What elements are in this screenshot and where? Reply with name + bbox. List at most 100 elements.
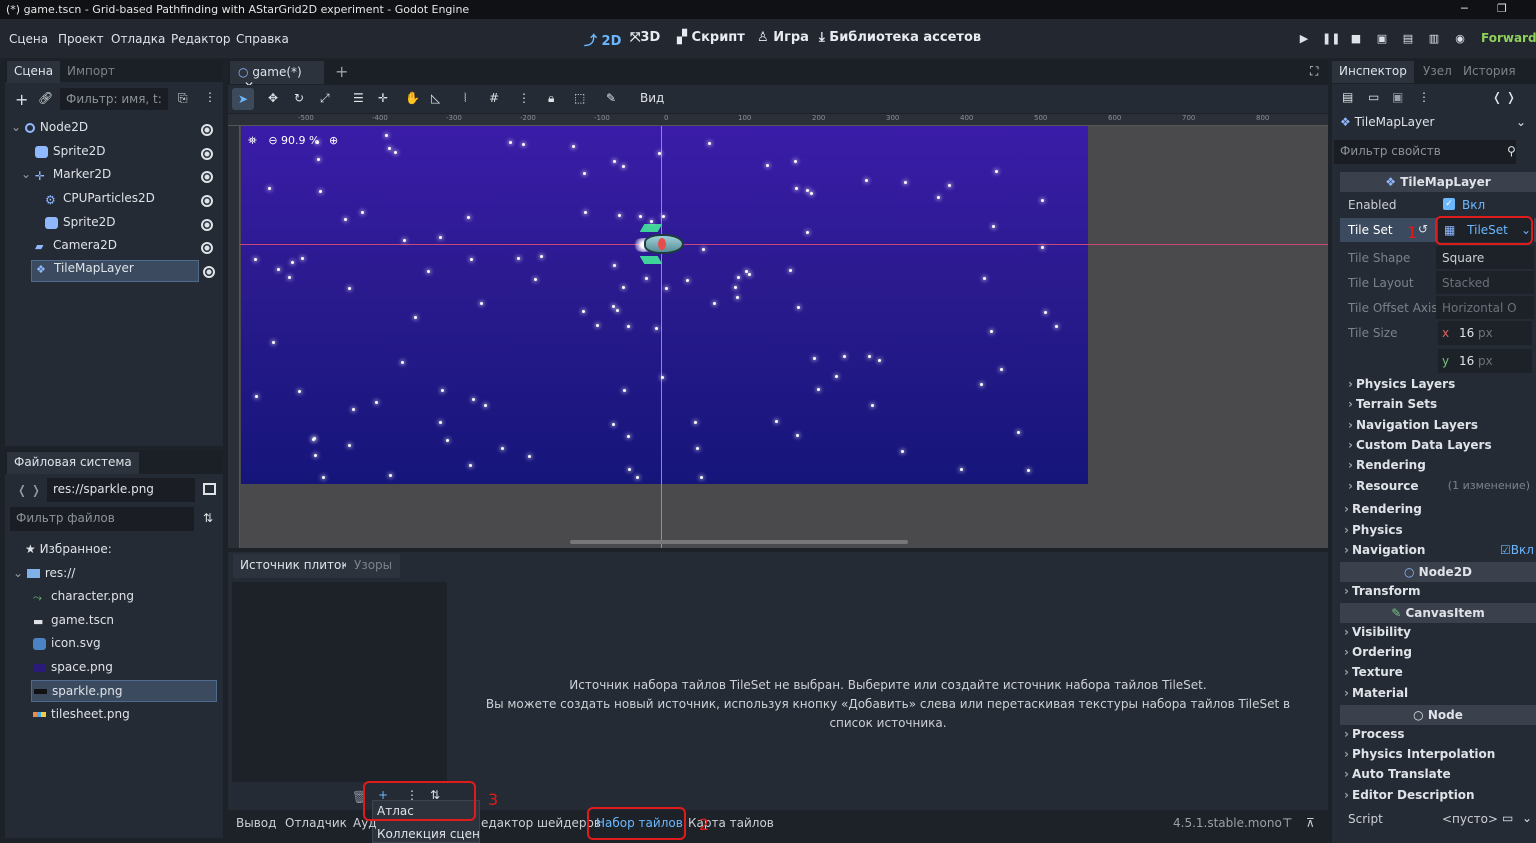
file-item[interactable]: ⤳ character.png	[33, 589, 213, 611]
section-rendering-sub[interactable]: Rendering	[1344, 458, 1536, 478]
center-view-icon[interactable]: ⛯	[248, 134, 257, 147]
workspace-script[interactable]: ▞ Скрипт	[677, 30, 745, 45]
revert-icon[interactable]: ↺	[1418, 222, 1428, 236]
tree-cpuparticles2d[interactable]: ⚙ CPUParticles2D	[45, 191, 221, 213]
new-resource-icon[interactable]: ▤	[1342, 90, 1353, 104]
file-item[interactable]: space.png	[33, 660, 213, 682]
zoom-level[interactable]: 90.9 %	[281, 134, 319, 147]
workspace-game[interactable]: ♙ Игра	[757, 30, 809, 45]
bone-icon[interactable]: ✎	[606, 91, 616, 105]
workspace-assetlib[interactable]: ⤓ Библиотека ассетов	[819, 30, 981, 45]
file-filter-input[interactable]: Фильтр файлов	[10, 507, 194, 531]
visibility-eye-icon[interactable]	[201, 219, 213, 231]
history-nav-icon[interactable]: ❬ ❭	[1492, 90, 1516, 104]
favorites-item[interactable]: ★ Избранное:	[25, 542, 215, 564]
section-physics-interpolation[interactable]: Physics Interpolation	[1340, 747, 1536, 767]
section-custom-data-layers[interactable]: Custom Data Layers	[1344, 438, 1536, 458]
menu-help[interactable]: Справка	[236, 32, 289, 46]
enabled-checkbox[interactable]: ✓	[1443, 198, 1455, 210]
section-physics-layers[interactable]: Physics Layers	[1344, 377, 1536, 397]
section-process[interactable]: Process	[1340, 727, 1536, 747]
tile-offset-select[interactable]: Horizontal O	[1436, 296, 1534, 319]
save-icon[interactable]: ▣	[1392, 90, 1403, 104]
tab-import[interactable]: Импорт	[60, 61, 122, 83]
expand-panel-icon[interactable]: ⊼	[1306, 816, 1315, 830]
tile-size-x-field[interactable]: x 16 px	[1438, 321, 1532, 345]
zoom-in-icon[interactable]: ⊕	[329, 134, 338, 147]
scene-filter-input[interactable]: Фильтр: имя, t:	[60, 88, 168, 110]
section-terrain-sets[interactable]: Terrain Sets	[1344, 397, 1536, 417]
tree-sprite2d[interactable]: Sprite2D	[35, 144, 221, 166]
tab-output[interactable]: Вывод	[236, 816, 276, 830]
section-navigation-layers[interactable]: Navigation Layers	[1344, 418, 1536, 438]
navigation-enabled[interactable]: ☑Вкл	[1500, 543, 1534, 557]
file-item-selected[interactable]: sparkle.png	[31, 680, 217, 702]
remote-icon[interactable]: ▣	[1374, 31, 1390, 47]
tab-history[interactable]: История	[1456, 61, 1523, 83]
distraction-free-icon[interactable]: ⛶	[1310, 64, 1318, 79]
node-selector[interactable]: ❖ TileMapLayer ⌄	[1336, 112, 1532, 134]
section-resource[interactable]: Resource(1 изменение)	[1344, 479, 1536, 499]
more-icon[interactable]: ⋮	[204, 90, 216, 104]
split-view-icon[interactable]	[203, 483, 216, 495]
section-navigation[interactable]: Navigation☑Вкл	[1340, 543, 1536, 563]
more-icon[interactable]: ⋮	[518, 91, 530, 105]
tree-marker2d[interactable]: ⌄ ✛ Marker2D	[21, 167, 221, 189]
zoom-out-icon[interactable]: ⊖	[268, 134, 277, 147]
list-select-icon[interactable]: ☰	[353, 91, 364, 105]
menu-scene[interactable]: Сцена	[9, 32, 48, 46]
visibility-eye-icon[interactable]	[203, 266, 215, 278]
tile-shape-select[interactable]: Square	[1436, 246, 1534, 269]
tree-tilemaplayer[interactable]: ❖ TileMapLayer	[31, 260, 199, 282]
ship-sprite[interactable]	[628, 224, 688, 264]
viewport-2d[interactable]: -500 -400 -300 -200 -100 0 100 200 300 4…	[228, 114, 1328, 548]
section-physics[interactable]: Physics	[1340, 523, 1536, 543]
tab-debugger[interactable]: Отладчик	[285, 816, 347, 830]
attach-script-icon[interactable]: ⎘	[178, 91, 188, 106]
sort-icon[interactable]: ⇅	[203, 511, 213, 525]
dropdown-scene-collection[interactable]: Коллекция сцен	[377, 827, 480, 841]
tree-camera2d[interactable]: ▰ Camera2D	[35, 238, 221, 260]
source-list[interactable]	[232, 582, 447, 782]
pivot-icon[interactable]: ✛	[378, 91, 388, 105]
tab-inspector[interactable]: Инспектор	[1332, 61, 1414, 83]
select-tool-icon[interactable]: ➤	[232, 88, 254, 110]
view-menu[interactable]: Вид	[640, 91, 664, 105]
visibility-eye-icon[interactable]	[201, 242, 213, 254]
grid-snap-icon[interactable]: #	[489, 91, 499, 105]
pin-icon[interactable]: ⊤	[1282, 816, 1292, 830]
scale-tool-icon[interactable]: ⤢	[320, 91, 330, 106]
back-icon[interactable]: ❬ ❭	[17, 483, 41, 497]
renderer-label[interactable]: Forward+	[1481, 31, 1536, 45]
menu-project[interactable]: Проект	[58, 32, 104, 46]
visibility-eye-icon[interactable]	[201, 171, 213, 183]
stop-icon[interactable]: ■	[1348, 31, 1364, 47]
workspace-3d[interactable]: ⤧3D	[630, 30, 660, 45]
minimize-icon[interactable]: ─	[1461, 2, 1468, 15]
move-tool-icon[interactable]: ✥	[268, 91, 278, 105]
tab-node[interactable]: Узел	[1416, 61, 1459, 83]
tab-patterns[interactable]: Узоры	[346, 554, 401, 578]
section-editor-description[interactable]: Editor Description	[1340, 788, 1536, 808]
section-material[interactable]: Material	[1340, 686, 1536, 706]
folder-icon[interactable]: ▭	[1502, 811, 1513, 825]
new-tab-icon[interactable]: +	[335, 62, 348, 81]
tab-tile-sources[interactable]: Источник плиток	[233, 554, 356, 578]
pan-tool-icon[interactable]: ✋	[405, 91, 420, 105]
tab-shader-editor[interactable]: едактор шейдеров	[481, 816, 601, 830]
play-scene-icon[interactable]: ▤	[1400, 31, 1416, 47]
maximize-icon[interactable]: ❐	[1497, 2, 1507, 15]
workspace-2d[interactable]: ⤴ 2D	[584, 30, 621, 49]
file-item[interactable]: icon.svg	[33, 636, 213, 658]
ruler-tool-icon[interactable]: ◺	[431, 91, 440, 105]
menu-editor[interactable]: Редактор	[171, 32, 230, 46]
tab-filesystem[interactable]: Файловая система	[7, 452, 139, 474]
script-value[interactable]: <пусто>	[1442, 812, 1498, 826]
chevron-down-icon[interactable]: ⌄	[1522, 811, 1532, 825]
section-texture[interactable]: Texture	[1340, 665, 1536, 685]
tab-game[interactable]: ○ game(*) ✕	[230, 61, 324, 93]
section-rendering[interactable]: Rendering	[1340, 502, 1536, 522]
movie-icon[interactable]: ◉	[1452, 31, 1468, 47]
more-icon[interactable]: ⋮	[1418, 90, 1430, 104]
menu-debug[interactable]: Отладка	[111, 32, 165, 46]
